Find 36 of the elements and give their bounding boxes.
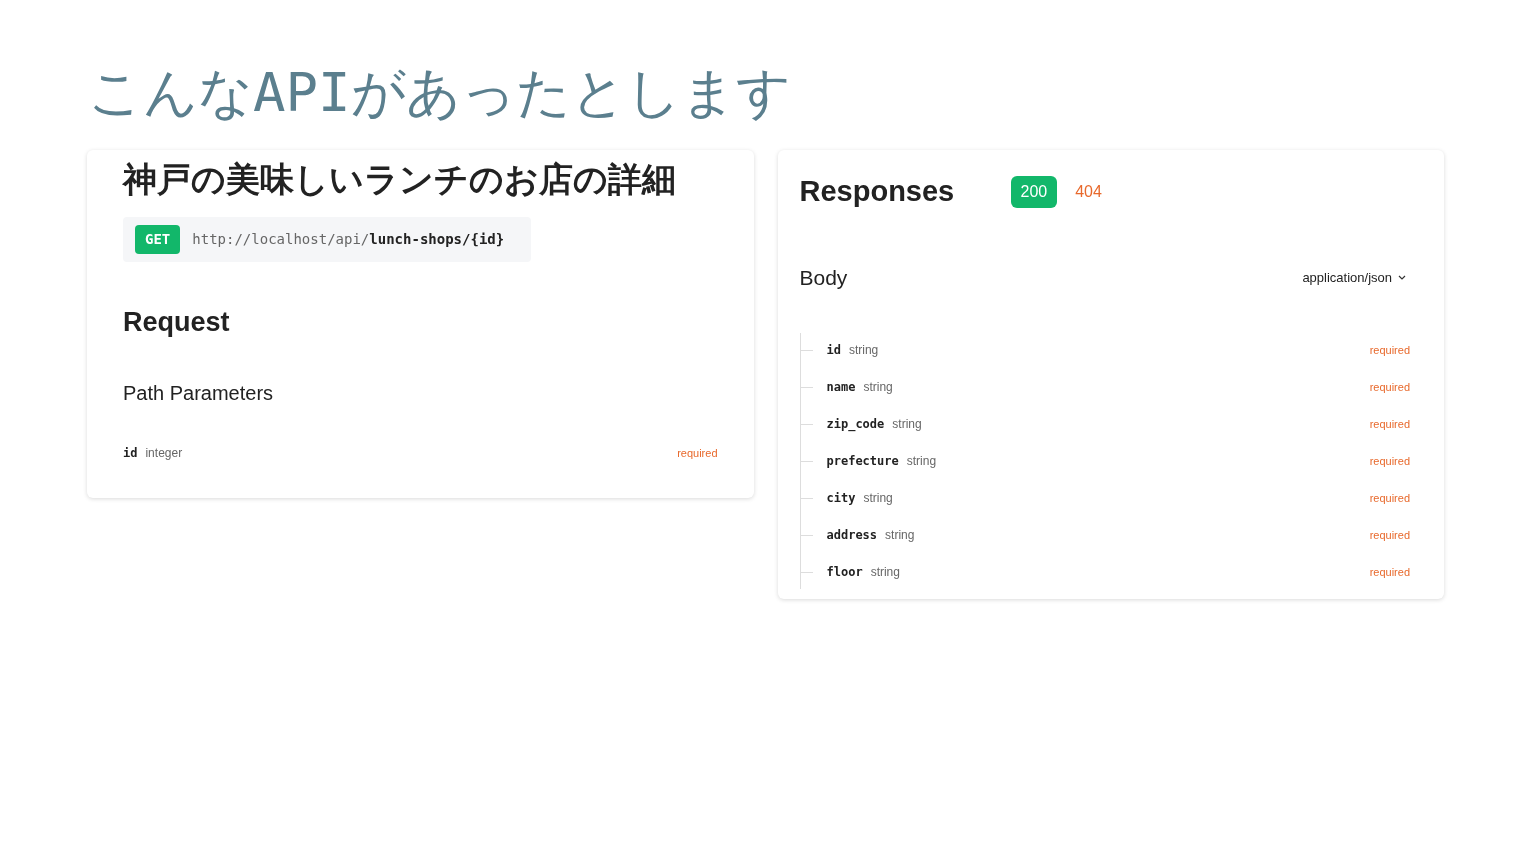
field-name: name [826,379,856,396]
body-heading: Body [799,264,848,291]
field-name: address [826,527,878,544]
required-label: required [1369,527,1410,543]
status-code-tab[interactable]: 200 [1010,175,1058,208]
required-label: required [1369,564,1410,580]
content-type-dropdown[interactable]: application/json [1302,267,1406,287]
slide-title: こんなAPIがあったとします [87,60,792,126]
required-label: required [677,445,718,461]
endpoint-url: http://localhost/api/lunch-shops/{id} [192,229,505,249]
chevron-down-icon [1398,274,1406,280]
field-type: integer [145,445,183,462]
field-name: id [826,342,841,359]
field-type: string [870,564,900,581]
field-type: string [885,527,915,544]
status-code-tab[interactable]: 404 [1065,175,1112,208]
field-type: string [848,342,879,359]
required-label: required [1369,342,1410,358]
required-label: required [1369,416,1410,432]
field-name: city [826,490,856,507]
field-type: string [906,453,937,470]
endpoint-title: 神戸の美味しいランチのお店の詳細 [123,158,677,201]
required-label: required [1369,490,1410,506]
required-label: required [1369,379,1410,395]
method-badge: GET [135,224,181,254]
field-name: id [123,445,138,462]
field-name: zip_code [826,416,885,433]
required-label: required [1369,453,1410,469]
responses-heading: Responses [799,174,956,209]
field-name: floor [826,564,863,581]
request-heading: Request [123,305,231,339]
field-type: string [892,416,922,433]
field-name: prefecture [826,453,899,470]
field-type: string [863,379,893,396]
field-type: string [863,490,893,507]
section-heading: Path Parameters [123,381,275,406]
